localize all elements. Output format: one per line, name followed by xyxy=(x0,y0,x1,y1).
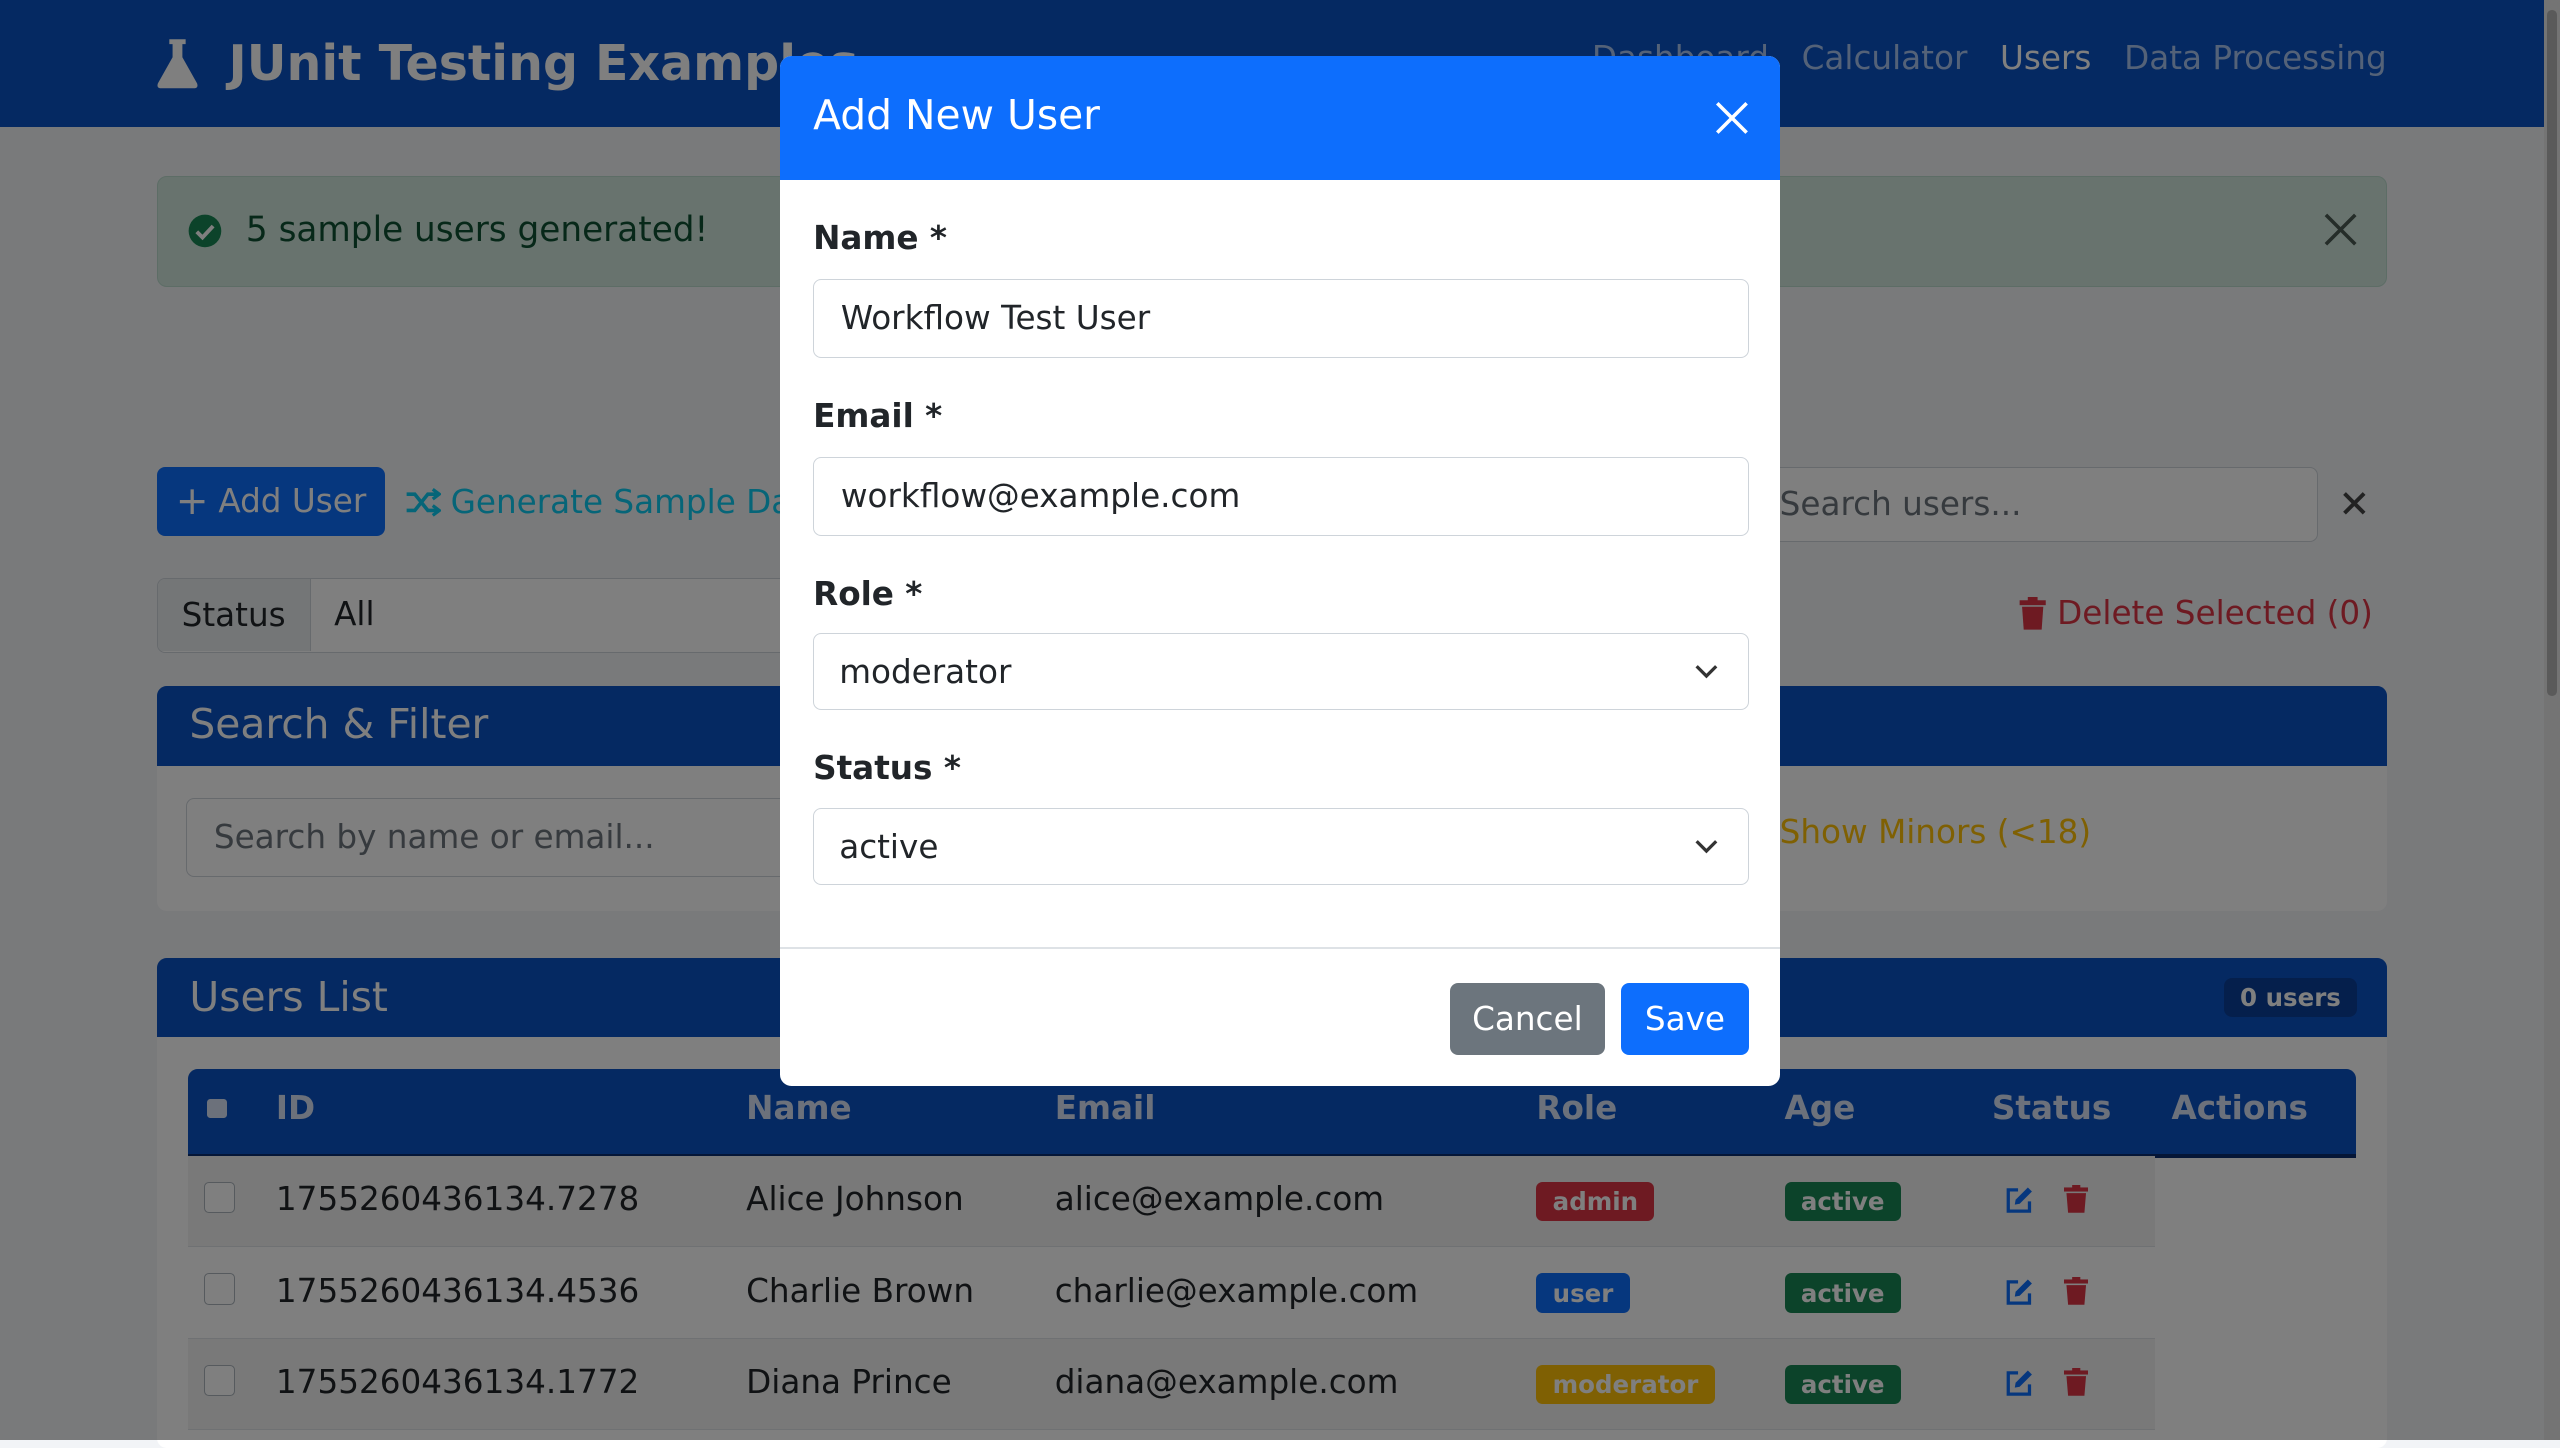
email-value: workflow@example.com xyxy=(840,476,1241,515)
status-select-value: active xyxy=(839,827,939,866)
modal-title: Add New User xyxy=(813,91,1100,140)
name-value: Workflow Test User xyxy=(840,298,1151,337)
status-select[interactable] xyxy=(813,808,1749,885)
close-icon[interactable] xyxy=(1714,100,1750,136)
modal-footer-divider xyxy=(780,946,1780,949)
chevron-down-icon xyxy=(1695,664,1718,679)
save-button[interactable]: Save xyxy=(1621,982,1749,1055)
status-label: Status * xyxy=(813,749,961,788)
role-label: Role * xyxy=(813,574,923,613)
chevron-down-icon xyxy=(1695,839,1718,853)
modal-header: Add New User xyxy=(780,55,1780,180)
cancel-button[interactable]: Cancel xyxy=(1449,982,1605,1055)
page: JUnit Testing Examples Dashboard Calcula… xyxy=(0,0,2560,1448)
add-user-modal: Add New User Name * Workflow Test User E… xyxy=(780,55,1780,1086)
role-select-value: moderator xyxy=(839,653,1012,692)
name-label: Name * xyxy=(813,218,947,257)
email-label: Email * xyxy=(813,396,943,435)
